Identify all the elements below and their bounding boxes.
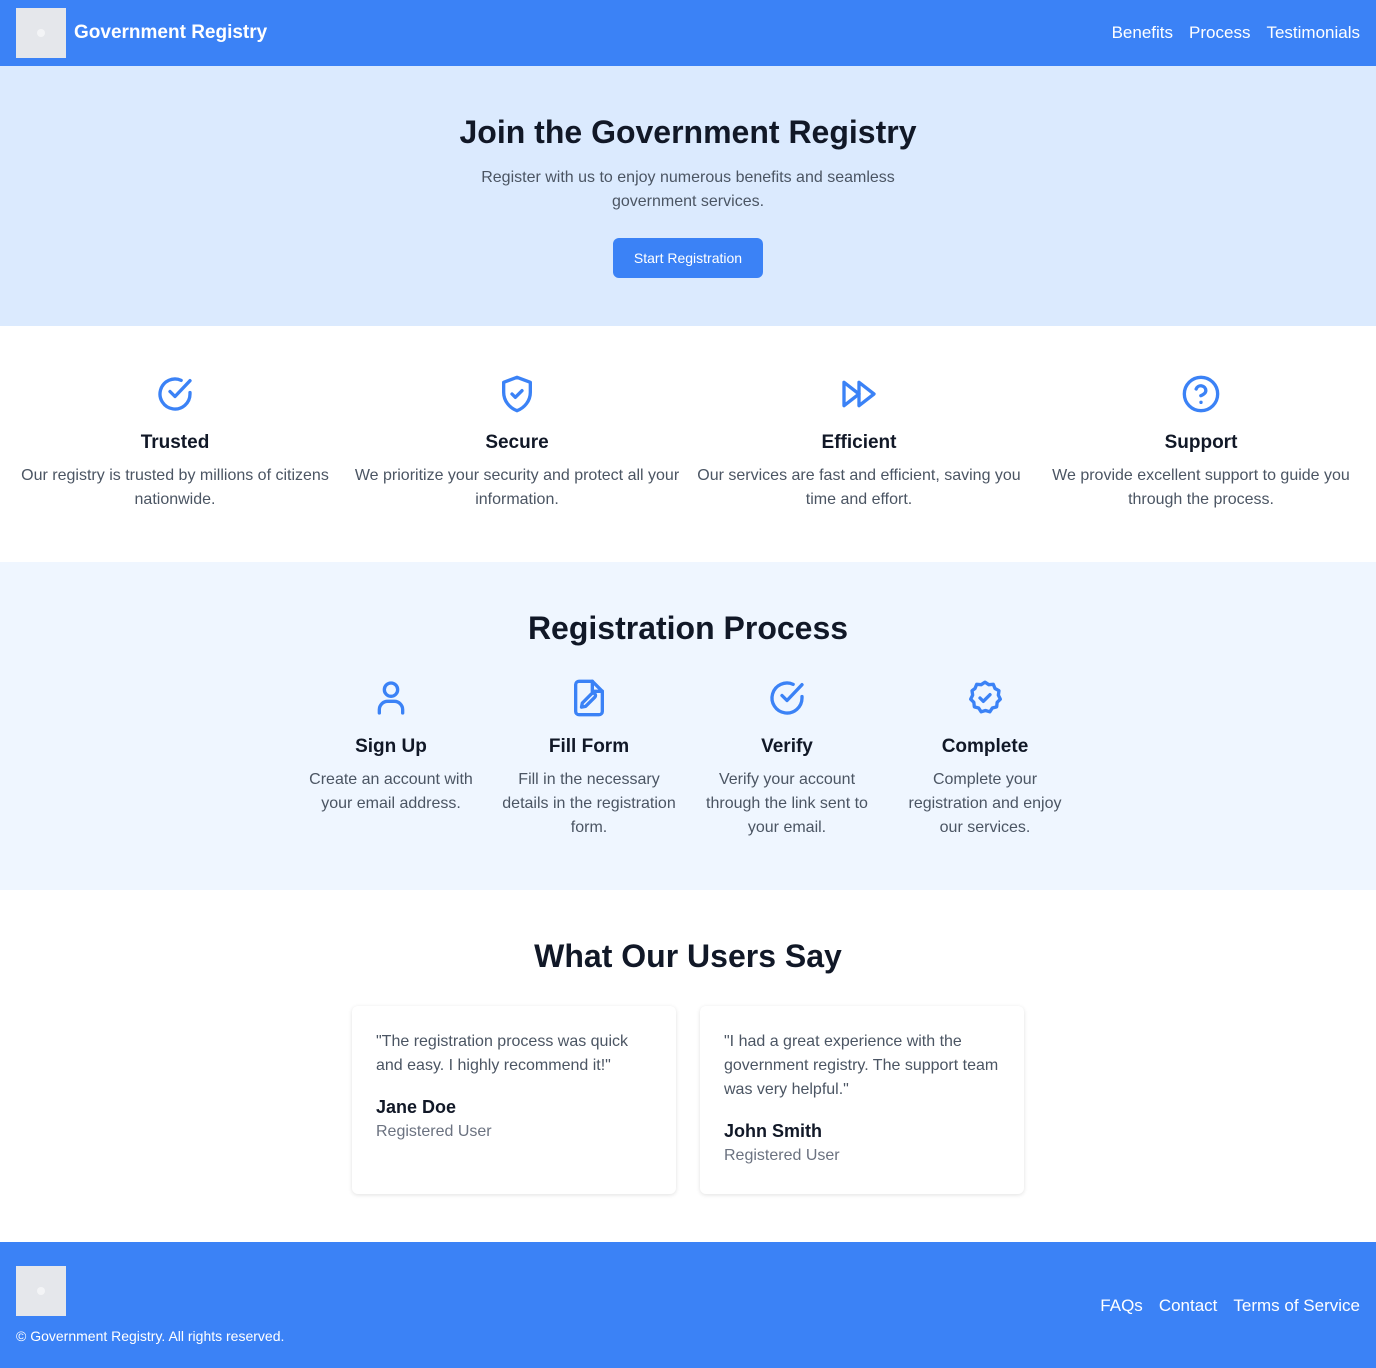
start-registration-button[interactable]: Start Registration <box>613 238 763 278</box>
step-sign-up: Sign Up Create an account with your emai… <box>303 678 479 816</box>
check-circle-icon <box>158 377 192 411</box>
step-title: Verify <box>761 736 813 757</box>
hero-subtitle: Register with us to enjoy numerous benef… <box>481 169 895 210</box>
testimonial-quote: "I had a great experience with the gover… <box>724 1033 999 1098</box>
shield-check-icon <box>502 375 532 413</box>
testimonial-quote: "The registration process was quick and … <box>376 1033 629 1074</box>
copyright-text: © Government Registry. All rights reserv… <box>16 1328 285 1344</box>
benefit-title: Support <box>1164 432 1238 453</box>
step-text: Complete your registration and enjoy our… <box>908 771 1062 836</box>
testimonial-name: Jane Doe <box>376 1097 457 1117</box>
user-icon <box>377 681 405 715</box>
badge-check-icon <box>969 680 1002 714</box>
site-footer: © Government Registry. All rights reserv… <box>0 1242 1376 1368</box>
step-complete: Complete Complete your registration and … <box>897 678 1073 840</box>
nav-link-testimonials[interactable]: Testimonials <box>1266 21 1360 45</box>
step-title: Complete <box>941 736 1029 757</box>
benefit-title: Secure <box>485 432 549 453</box>
testimonial-card: "The registration process was quick and … <box>352 1006 676 1194</box>
footer-link-faqs[interactable]: FAQs <box>1100 1294 1143 1318</box>
testimonial-role: Registered User <box>376 1123 492 1140</box>
benefit-text: Our registry is trusted by millions of c… <box>21 467 329 508</box>
step-fill-form: Fill Form Fill in the necessary details … <box>501 678 677 840</box>
logo-image[interactable] <box>16 8 66 58</box>
benefit-text: Our services are fast and efficient, sav… <box>697 467 1021 508</box>
footer-logo-image[interactable] <box>16 1266 66 1316</box>
fast-forward-icon <box>842 380 876 408</box>
benefit-title: Trusted <box>140 432 210 453</box>
brand-title[interactable]: Government Registry <box>74 20 267 46</box>
step-text: Create an account with your email addres… <box>309 771 473 812</box>
footer-link-terms[interactable]: Terms of Service <box>1233 1294 1360 1318</box>
footer-nav: FAQs Contact Terms of Service <box>1100 1294 1360 1318</box>
process-title: Registration Process <box>527 610 849 646</box>
footer-link-contact[interactable]: Contact <box>1159 1294 1218 1318</box>
step-text: Verify your account through the link sen… <box>706 771 868 836</box>
file-edit-icon <box>574 679 604 717</box>
step-title: Fill Form <box>548 736 630 757</box>
benefits-section: Trusted Our registry is trusted by milli… <box>0 326 1376 562</box>
benefit-efficient: Efficient Our services are fast and effi… <box>694 374 1024 512</box>
site-header: Government Registry Benefits Process Tes… <box>0 0 1376 66</box>
step-title: Sign Up <box>355 736 427 757</box>
testimonial-name: John Smith <box>724 1121 822 1141</box>
benefit-title: Efficient <box>821 432 897 453</box>
nav-link-process[interactable]: Process <box>1189 21 1250 45</box>
hero-section: Join the Government Registry Register wi… <box>0 66 1376 326</box>
check-circle-icon <box>770 681 804 715</box>
main-nav: Benefits Process Testimonials <box>1112 21 1360 45</box>
step-text: Fill in the necessary details in the reg… <box>502 771 676 836</box>
testimonial-card: "I had a great experience with the gover… <box>700 1006 1024 1194</box>
question-circle-icon <box>1182 375 1220 413</box>
benefit-trusted: Trusted Our registry is trusted by milli… <box>10 374 340 512</box>
benefit-text: We provide excellent support to guide yo… <box>1052 467 1350 508</box>
hero-title: Join the Government Registry <box>459 114 917 150</box>
benefit-secure: Secure We prioritize your security and p… <box>352 374 682 512</box>
testimonial-role: Registered User <box>724 1147 840 1164</box>
step-verify: Verify Verify your account through the l… <box>699 678 875 840</box>
nav-link-benefits[interactable]: Benefits <box>1112 21 1173 45</box>
benefit-support: Support We provide excellent support to … <box>1036 374 1366 512</box>
process-section: Registration Process Sign Up Create an a… <box>0 562 1376 890</box>
testimonials-title: What Our Users Say <box>534 938 842 974</box>
testimonials-section: What Our Users Say "The registration pro… <box>0 890 1376 1242</box>
benefit-text: We prioritize your security and protect … <box>354 467 680 508</box>
